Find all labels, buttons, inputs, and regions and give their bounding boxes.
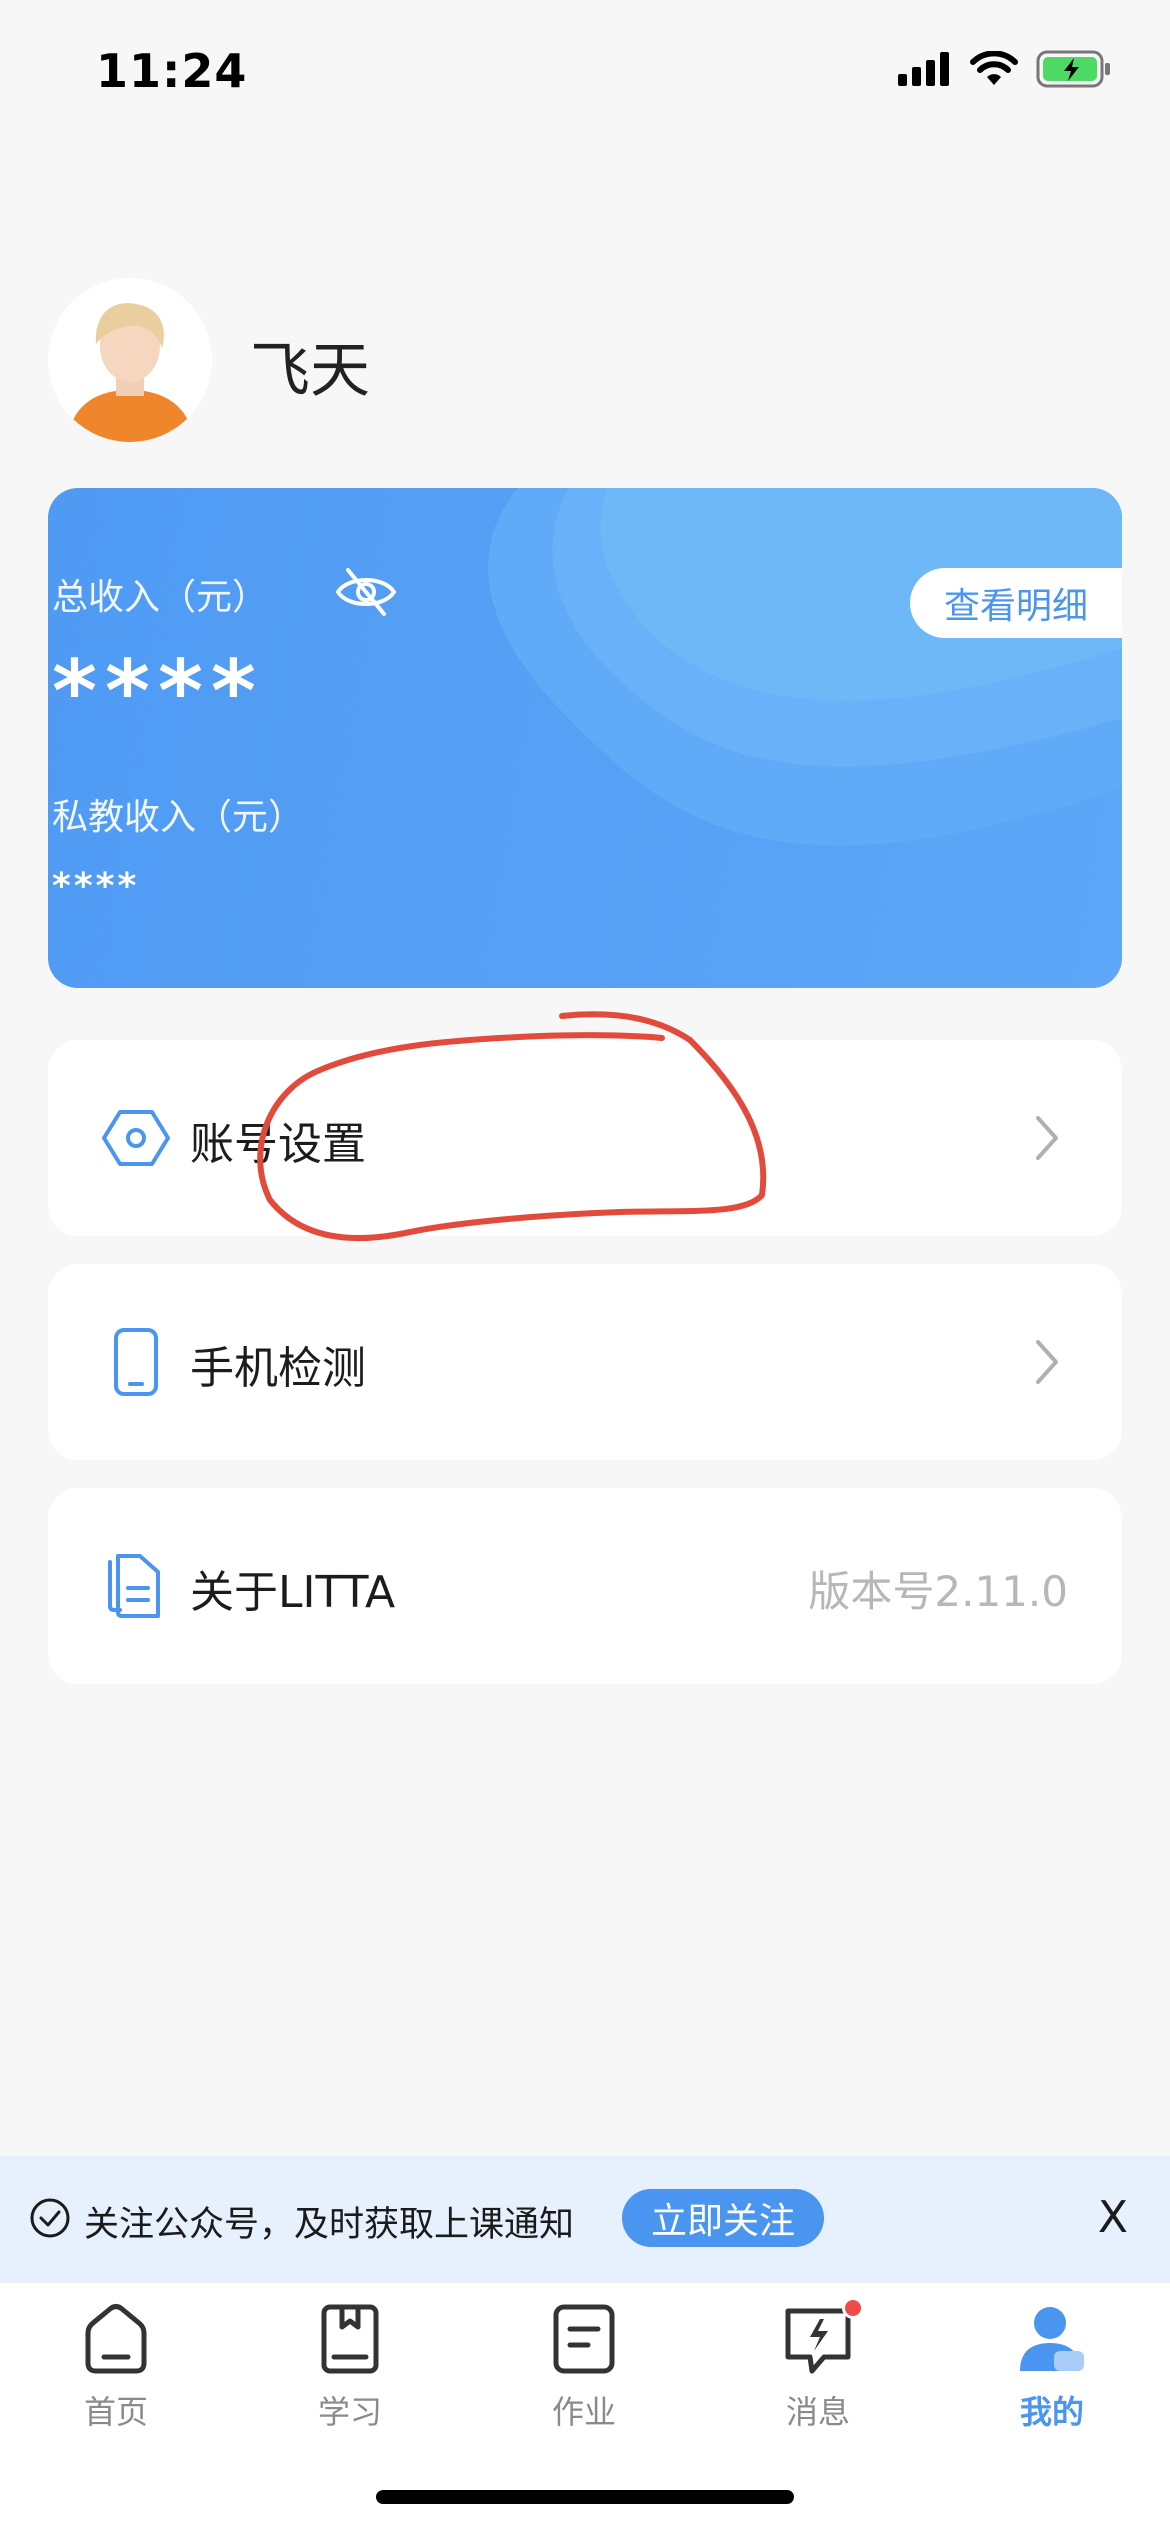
total-income-label: 总收入（元） [52,577,269,618]
version-number: 版本号2.11.0 [808,1567,1068,1616]
tab-homework[interactable]: 作业 [504,2301,664,2441]
follow-banner-text: 关注公众号，及时获取上课通知 [84,2205,575,2245]
menu-item-label: 账号设置 [190,1119,366,1170]
private-income-value: **** [52,866,140,907]
tab-label: 作业 [551,2393,616,2431]
chevron-right-icon [1036,1116,1058,1160]
tab-label: 我的 [1019,2393,1084,2431]
home-indicator[interactable] [376,2490,794,2504]
tab-label: 学习 [317,2393,382,2431]
wifi-icon [970,51,1018,85]
profile-icon [1020,2307,1084,2371]
book-icon [321,2304,379,2374]
tab-home[interactable]: 首页 [36,2301,196,2441]
status-time: 11:24 [96,44,248,98]
menu-item-label: 关于LITTA [190,1567,396,1618]
home-icon [85,2304,147,2374]
homework-icon [553,2304,615,2374]
private-income-label: 私教收入（元） [52,797,305,838]
battery-charging-icon [1036,50,1110,88]
menu-item-phone-check[interactable]: 手机检测 [48,1264,1122,1460]
menu-item-account-settings[interactable]: 账号设置 [48,1040,1122,1236]
documents-icon [108,1554,160,1618]
avatar-image [48,278,212,442]
menu-item-about[interactable]: 关于LITTA 版本号2.11.0 [48,1488,1122,1684]
follow-banner: 关注公众号，及时获取上课通知 立即关注 X [0,2156,1170,2282]
check-circle-icon [30,2198,70,2238]
notification-badge [842,2297,864,2319]
tab-mine[interactable]: 我的 [972,2301,1132,2441]
tab-study[interactable]: 学习 [270,2301,430,2441]
username: 飞天 [250,336,370,406]
chevron-right-icon [1036,1340,1058,1384]
cellular-signal-icon [898,52,949,86]
view-details-button[interactable]: 查看明细 [910,568,1122,638]
tab-label: 消息 [785,2393,850,2431]
avatar[interactable] [48,278,212,442]
total-income-value: **** [52,642,264,742]
menu-item-label: 手机检测 [190,1343,366,1394]
tab-message[interactable]: 消息 [738,2297,898,2441]
tab-label: 首页 [83,2393,148,2431]
status-bar: 11:24 [0,0,1170,150]
follow-now-button[interactable]: 立即关注 [622,2189,824,2247]
phone-icon [114,1328,158,1396]
close-icon[interactable]: X [1098,2190,1128,2246]
hexagon-settings-icon [102,1110,170,1166]
status-icons [898,50,1112,88]
eye-off-icon[interactable] [334,560,398,624]
